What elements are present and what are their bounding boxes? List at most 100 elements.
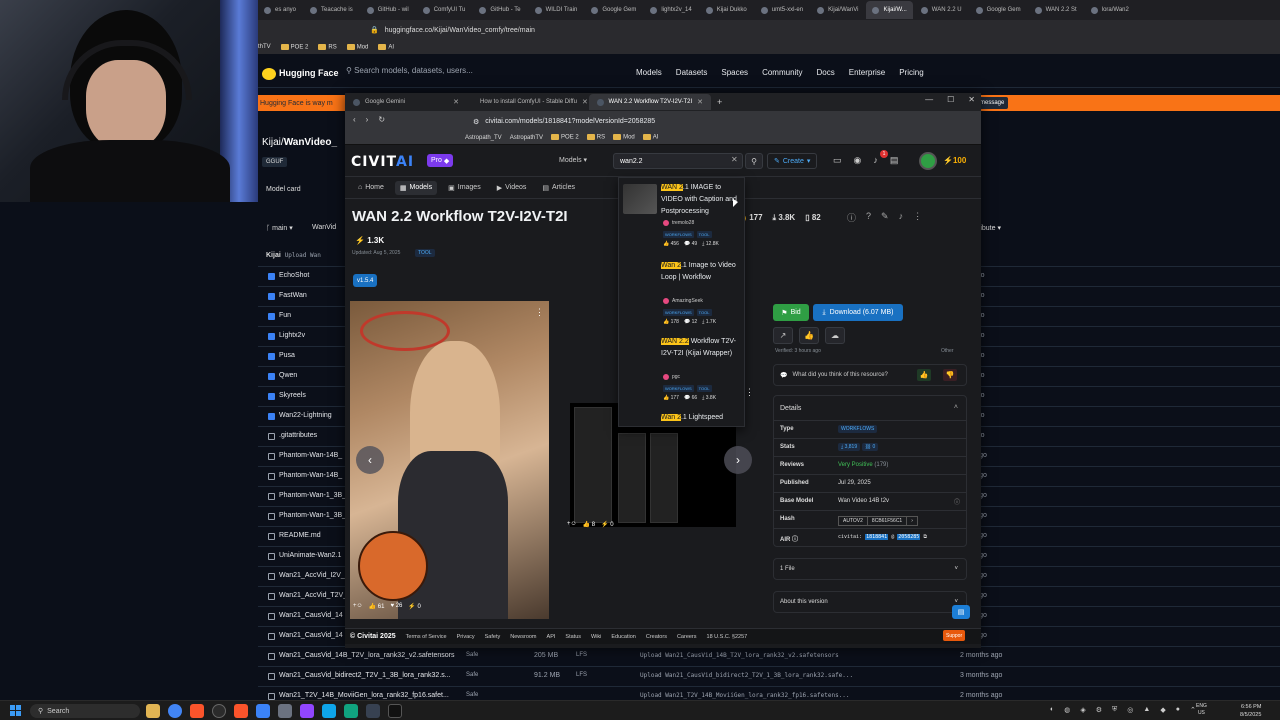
details-header[interactable]: Details — [780, 405, 801, 412]
forward-icon[interactable]: › — [366, 115, 369, 124]
more-icon[interactable]: ⋮ — [913, 211, 922, 224]
tray-icon[interactable]: ◎ — [1127, 706, 1133, 714]
back-icon[interactable]: ‹ — [353, 115, 356, 124]
language-indicator[interactable]: ENG US — [1196, 703, 1207, 717]
file-name[interactable]: Phantom-Wan-1_3B_ — [279, 492, 346, 499]
file-name[interactable]: README.md — [279, 532, 321, 539]
support-button[interactable]: Suppor — [943, 630, 966, 641]
commit-message[interactable]: Upload Wan21_CausVid_14B_T2V_lora_rank32… — [640, 652, 839, 659]
footer-link[interactable]: Careers — [677, 634, 697, 640]
search-icon[interactable]: ⚲ — [745, 153, 763, 169]
tray-icon[interactable]: ⚙ — [1096, 706, 1102, 714]
browser-tab[interactable]: WAN 2.2 U — [915, 1, 968, 19]
thumbs-down-icon[interactable]: 👎 — [943, 369, 957, 381]
browser-tab[interactable]: How to install ComfyUI - Stable Diffu ✕ — [467, 94, 589, 110]
search-result-item[interactable]: WAN 2.1 IMAGE to VIDEO with Caption and … — [619, 182, 744, 258]
bookmark-item[interactable]: POE 2 — [280, 43, 308, 50]
footer-link[interactable]: Creators — [646, 634, 667, 640]
browser-tab[interactable]: Google Gem — [970, 1, 1027, 19]
footer-link[interactable]: 18 U.S.C. §2257 — [707, 634, 748, 640]
file-name[interactable]: Wan21_CausVid_14B_T2V_lora_rank32_v2.saf… — [279, 652, 455, 659]
hf-nav-item[interactable]: Pricing — [899, 68, 923, 77]
bookmark-item[interactable]: Mod — [346, 43, 368, 50]
browser-tab[interactable]: Kijai/W... — [866, 1, 913, 19]
tray-icon[interactable]: ◈ — [1080, 706, 1085, 714]
brave-icon[interactable] — [234, 704, 248, 718]
footer-link[interactable]: API — [547, 634, 556, 640]
bookmark-item[interactable]: RS — [586, 134, 605, 141]
edit-icon[interactable]: ✎ — [881, 211, 889, 224]
add-reaction-icon[interactable]: +☺ — [567, 521, 577, 528]
tray-icon[interactable]: ⌃ — [1190, 706, 1196, 714]
footer-link[interactable]: Wiki — [591, 634, 601, 640]
close-tab-icon[interactable]: ✕ — [697, 98, 703, 106]
info-icon[interactable]: ⓘ — [954, 497, 960, 506]
nav-item[interactable]: ⌂ Home — [353, 181, 389, 194]
app-icon[interactable] — [344, 704, 358, 718]
minimize-icon[interactable]: — — [925, 95, 933, 104]
app-icon[interactable] — [300, 704, 314, 718]
image-menu-icon[interactable]: ⋮ — [535, 307, 544, 318]
hf-nav-item[interactable]: Spaces — [721, 68, 748, 77]
tool-tag[interactable]: TOOL — [415, 249, 435, 257]
app-icon[interactable] — [322, 704, 336, 718]
chat-icon[interactable]: ▤ — [952, 605, 970, 619]
hf-gguf-tag[interactable]: GGUF — [262, 157, 288, 167]
browser-tab[interactable]: WAN 2.2 St — [1029, 1, 1083, 19]
browser-tab[interactable]: Teacache is — [304, 1, 359, 19]
table-row[interactable]: Wan21_CausVid_bidirect2_T2V_1_3B_lora_ra… — [258, 666, 1280, 686]
tray-icon[interactable]: ⛨ — [1112, 706, 1117, 714]
browser-tab[interactable]: Google Gem — [585, 1, 642, 19]
file-name[interactable]: Wan21_CausVid_bidirect2_T2V_1_3B_lora_ra… — [279, 672, 451, 679]
hash-box[interactable]: AUTOV2 8CB61F56C1 › — [838, 516, 918, 526]
foreground-url-field[interactable]: ⚙ civitai.com/models/1818841?modelVersio… — [473, 115, 733, 128]
notify-icon[interactable]: ♪ — [899, 211, 904, 224]
search-result-item[interactable]: Wan 2.1 Lightspeed — [619, 412, 744, 426]
hf-logo-icon[interactable] — [262, 68, 276, 80]
file-name[interactable]: Pusa — [279, 352, 295, 359]
bookmark-item[interactable]: Mod — [613, 134, 635, 141]
civitai-logo[interactable]: CIVITAI — [351, 154, 414, 170]
file-name[interactable]: Wan21_CausVid_14 — [279, 632, 343, 639]
app-icon[interactable] — [278, 704, 292, 718]
tray-icon[interactable]: ● — [1176, 706, 1180, 714]
reaction-tips[interactable]: ⚡ 0 — [408, 603, 420, 610]
taskbar-search[interactable]: ⚲ Search — [30, 704, 140, 718]
result-author[interactable]: AmazingSeek — [663, 298, 703, 304]
file-name[interactable]: Wan22-Lightning — [279, 412, 332, 419]
hf-nav-item[interactable]: Docs — [817, 68, 835, 77]
eye-icon[interactable]: ◉ — [854, 155, 862, 166]
reaction-hearts[interactable]: ♥ 26 — [390, 603, 402, 610]
carousel-next-icon[interactable]: › — [724, 446, 752, 474]
file-name[interactable]: Wan21_AccVid_I2V_ — [279, 572, 345, 579]
windows-start-icon[interactable] — [10, 705, 21, 716]
share-icon[interactable]: ↗ — [773, 327, 793, 344]
hf-nav-item[interactable]: Datasets — [676, 68, 708, 77]
cloud-icon[interactable]: ☁ — [825, 327, 845, 344]
reaction-tips[interactable]: ⚡ 0 — [601, 521, 613, 528]
file-name[interactable]: Skyreels — [279, 392, 306, 399]
app-icon[interactable] — [256, 704, 270, 718]
close-tab-icon[interactable]: ✕ — [453, 98, 459, 106]
browser-tab[interactable]: WAN 2.2 Workflow T2V-I2V-T2I ✕ — [589, 94, 711, 110]
new-tab-icon[interactable]: + — [717, 97, 722, 107]
nav-item[interactable]: ▶ Videos — [492, 181, 532, 195]
hf-branch-select[interactable]: ᚴ main ▾ — [266, 224, 293, 232]
thumbs-up-icon[interactable]: 👍 — [917, 369, 931, 381]
bookmark-item[interactable]: AstropathTV — [510, 135, 543, 141]
file-name[interactable]: Lightx2v — [279, 332, 305, 339]
tray-icon[interactable]: ◆ — [1160, 706, 1165, 714]
browser-tab[interactable]: Kijai/WanVi — [811, 1, 864, 19]
bell-icon[interactable]: ♪ — [873, 155, 878, 166]
nav-item[interactable]: ▦ Models — [394, 180, 438, 195]
footer-link[interactable]: Education — [611, 634, 635, 640]
app-icon[interactable] — [366, 704, 380, 718]
files-section[interactable]: 1 File ˅ — [773, 558, 967, 580]
chat-icon[interactable]: ▤ — [890, 155, 899, 166]
file-name[interactable]: Wan21_CausVid_14 — [279, 612, 343, 619]
detail-value[interactable]: Very Positive (179) — [838, 462, 888, 468]
browser-tab[interactable]: Google Gemini ✕ — [345, 94, 467, 110]
browser-tab[interactable]: umt5-xxl-en — [755, 1, 809, 19]
browser-tab[interactable]: Kijai Dukko — [700, 1, 753, 19]
nav-item[interactable]: ▤ Articles — [537, 181, 580, 195]
